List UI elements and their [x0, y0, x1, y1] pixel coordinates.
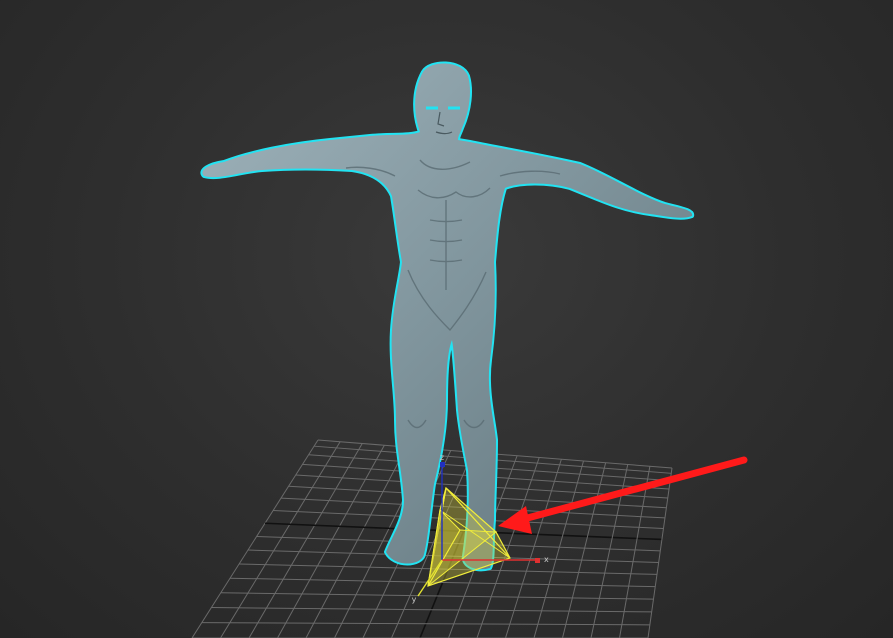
viewport-canvas[interactable]: z x y — [0, 0, 893, 638]
grid-line — [220, 592, 654, 600]
z-axis-label: z — [440, 453, 444, 462]
y-axis-label: y — [412, 595, 417, 604]
3d-viewport[interactable]: z x y — [0, 0, 893, 638]
grid-line — [647, 467, 673, 638]
x-axis-label: x — [544, 555, 549, 564]
